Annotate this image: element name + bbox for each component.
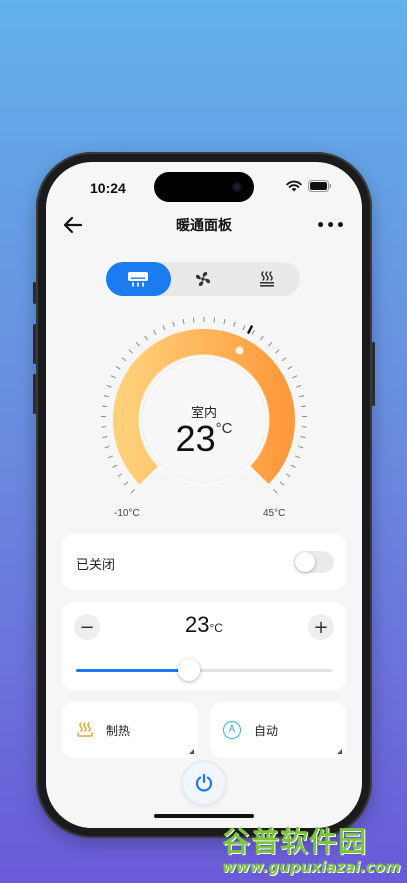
dial-tick [182, 319, 185, 325]
dial-tick [251, 329, 255, 335]
dial-tick [135, 342, 140, 347]
phone-frame: 10:24 暖通面板 ••• 室内 23°C -10°C 45°C 已关闭 − … [33, 152, 375, 838]
heat-mode-card[interactable]: 制热 [62, 702, 198, 758]
power-status-card: 已关闭 [62, 534, 346, 590]
watermark-url: www.gupuxiazai.com [222, 858, 401, 876]
power-status-label: 已关闭 [76, 558, 116, 573]
dial-tick [130, 488, 136, 494]
page-title: 暖通面板 [176, 218, 232, 234]
home-indicator [154, 814, 254, 818]
more-menu-icon[interactable]: ••• [316, 218, 346, 234]
floor-heating-icon [260, 271, 275, 287]
wifi-icon [286, 180, 302, 192]
dial-tick [299, 395, 305, 398]
dial-tick [172, 321, 175, 327]
dial-tick [123, 481, 129, 486]
dial-tick [285, 473, 291, 477]
dial-tick [106, 385, 112, 388]
nav-bar: 暖通面板 ••• [46, 210, 362, 240]
dial-tick [292, 375, 298, 379]
setpoint-display: 23°C [62, 612, 346, 638]
dial-tick [112, 464, 118, 468]
dial-temperature: 23°C [94, 418, 314, 460]
camera-icon [232, 182, 242, 192]
power-toggle-knob [295, 552, 315, 572]
dial-handle[interactable] [235, 346, 244, 355]
tab-air-conditioner[interactable] [106, 262, 171, 296]
dial-tick [290, 464, 296, 468]
fan-speed-label: 自动 [254, 724, 279, 738]
heat-icon [77, 722, 93, 737]
dial-tick [268, 342, 273, 347]
screen: 10:24 暖通面板 ••• 室内 23°C -10°C 45°C 已关闭 − … [46, 162, 362, 828]
dial-tick [233, 321, 236, 327]
dial-tick [279, 481, 285, 486]
power-toggle[interactable] [294, 551, 334, 573]
status-time: 10:24 [90, 180, 126, 196]
silent-switch [33, 282, 36, 304]
tab-floor-heating[interactable] [235, 262, 300, 296]
dial-temperature-unit: °C [215, 420, 233, 437]
dropdown-corner-icon [189, 749, 194, 754]
power-icon [195, 773, 213, 792]
dial-tick [281, 357, 287, 362]
dial-tick [272, 488, 278, 494]
volume-up-button [33, 324, 36, 364]
status-icons [286, 180, 332, 192]
dial-tick [121, 357, 127, 362]
fan-speed-card[interactable]: A 自动 [210, 702, 346, 758]
dial-tick [153, 329, 157, 335]
temperature-dial[interactable]: 室内 23°C -10°C 45°C [94, 312, 314, 522]
dial-tick [296, 385, 302, 388]
dynamic-island [154, 172, 254, 202]
mode-segmented-control [106, 262, 300, 296]
heat-mode-label: 制热 [106, 724, 131, 738]
dial-tick [242, 325, 246, 331]
setpoint-card: − 23°C + [62, 602, 346, 690]
setpoint-value: 23 [185, 612, 210, 637]
auto-icon: A [223, 721, 241, 739]
dial-tick [213, 317, 216, 323]
dial-tick [287, 366, 293, 370]
dial-tick [223, 319, 226, 325]
dial-tick [103, 395, 109, 398]
dial-min-label: -10°C [114, 508, 140, 519]
air-conditioner-icon [128, 272, 149, 287]
dial-tick [110, 375, 116, 379]
dial-max-label: 45°C [263, 508, 286, 519]
fan-icon [195, 272, 210, 286]
setpoint-unit: °C [209, 621, 223, 635]
battery-icon [308, 180, 331, 192]
power-button[interactable] [183, 762, 225, 804]
dial-tick [260, 335, 264, 341]
setpoint-slider-fill [76, 669, 189, 672]
dial-tick [117, 473, 123, 477]
volume-down-button [33, 374, 36, 414]
dial-tick [115, 366, 121, 370]
tab-fan[interactable] [171, 262, 236, 296]
dropdown-corner-icon [337, 749, 342, 754]
dial-tick [275, 349, 280, 354]
dial-current-marker [246, 325, 254, 335]
dial-tick [144, 335, 148, 341]
dial-tick [192, 317, 195, 323]
dial-temperature-value: 23 [175, 418, 216, 459]
dial-tick [162, 325, 166, 331]
dial-tick [128, 349, 133, 354]
increase-temperature-button[interactable]: + [308, 614, 334, 640]
watermark-title: 谷普软件园 [222, 825, 368, 858]
watermark-logo: 谷普软件园 www.gupuxiazai.com [222, 820, 402, 880]
setpoint-slider-thumb[interactable] [177, 659, 200, 681]
side-button [372, 342, 375, 406]
